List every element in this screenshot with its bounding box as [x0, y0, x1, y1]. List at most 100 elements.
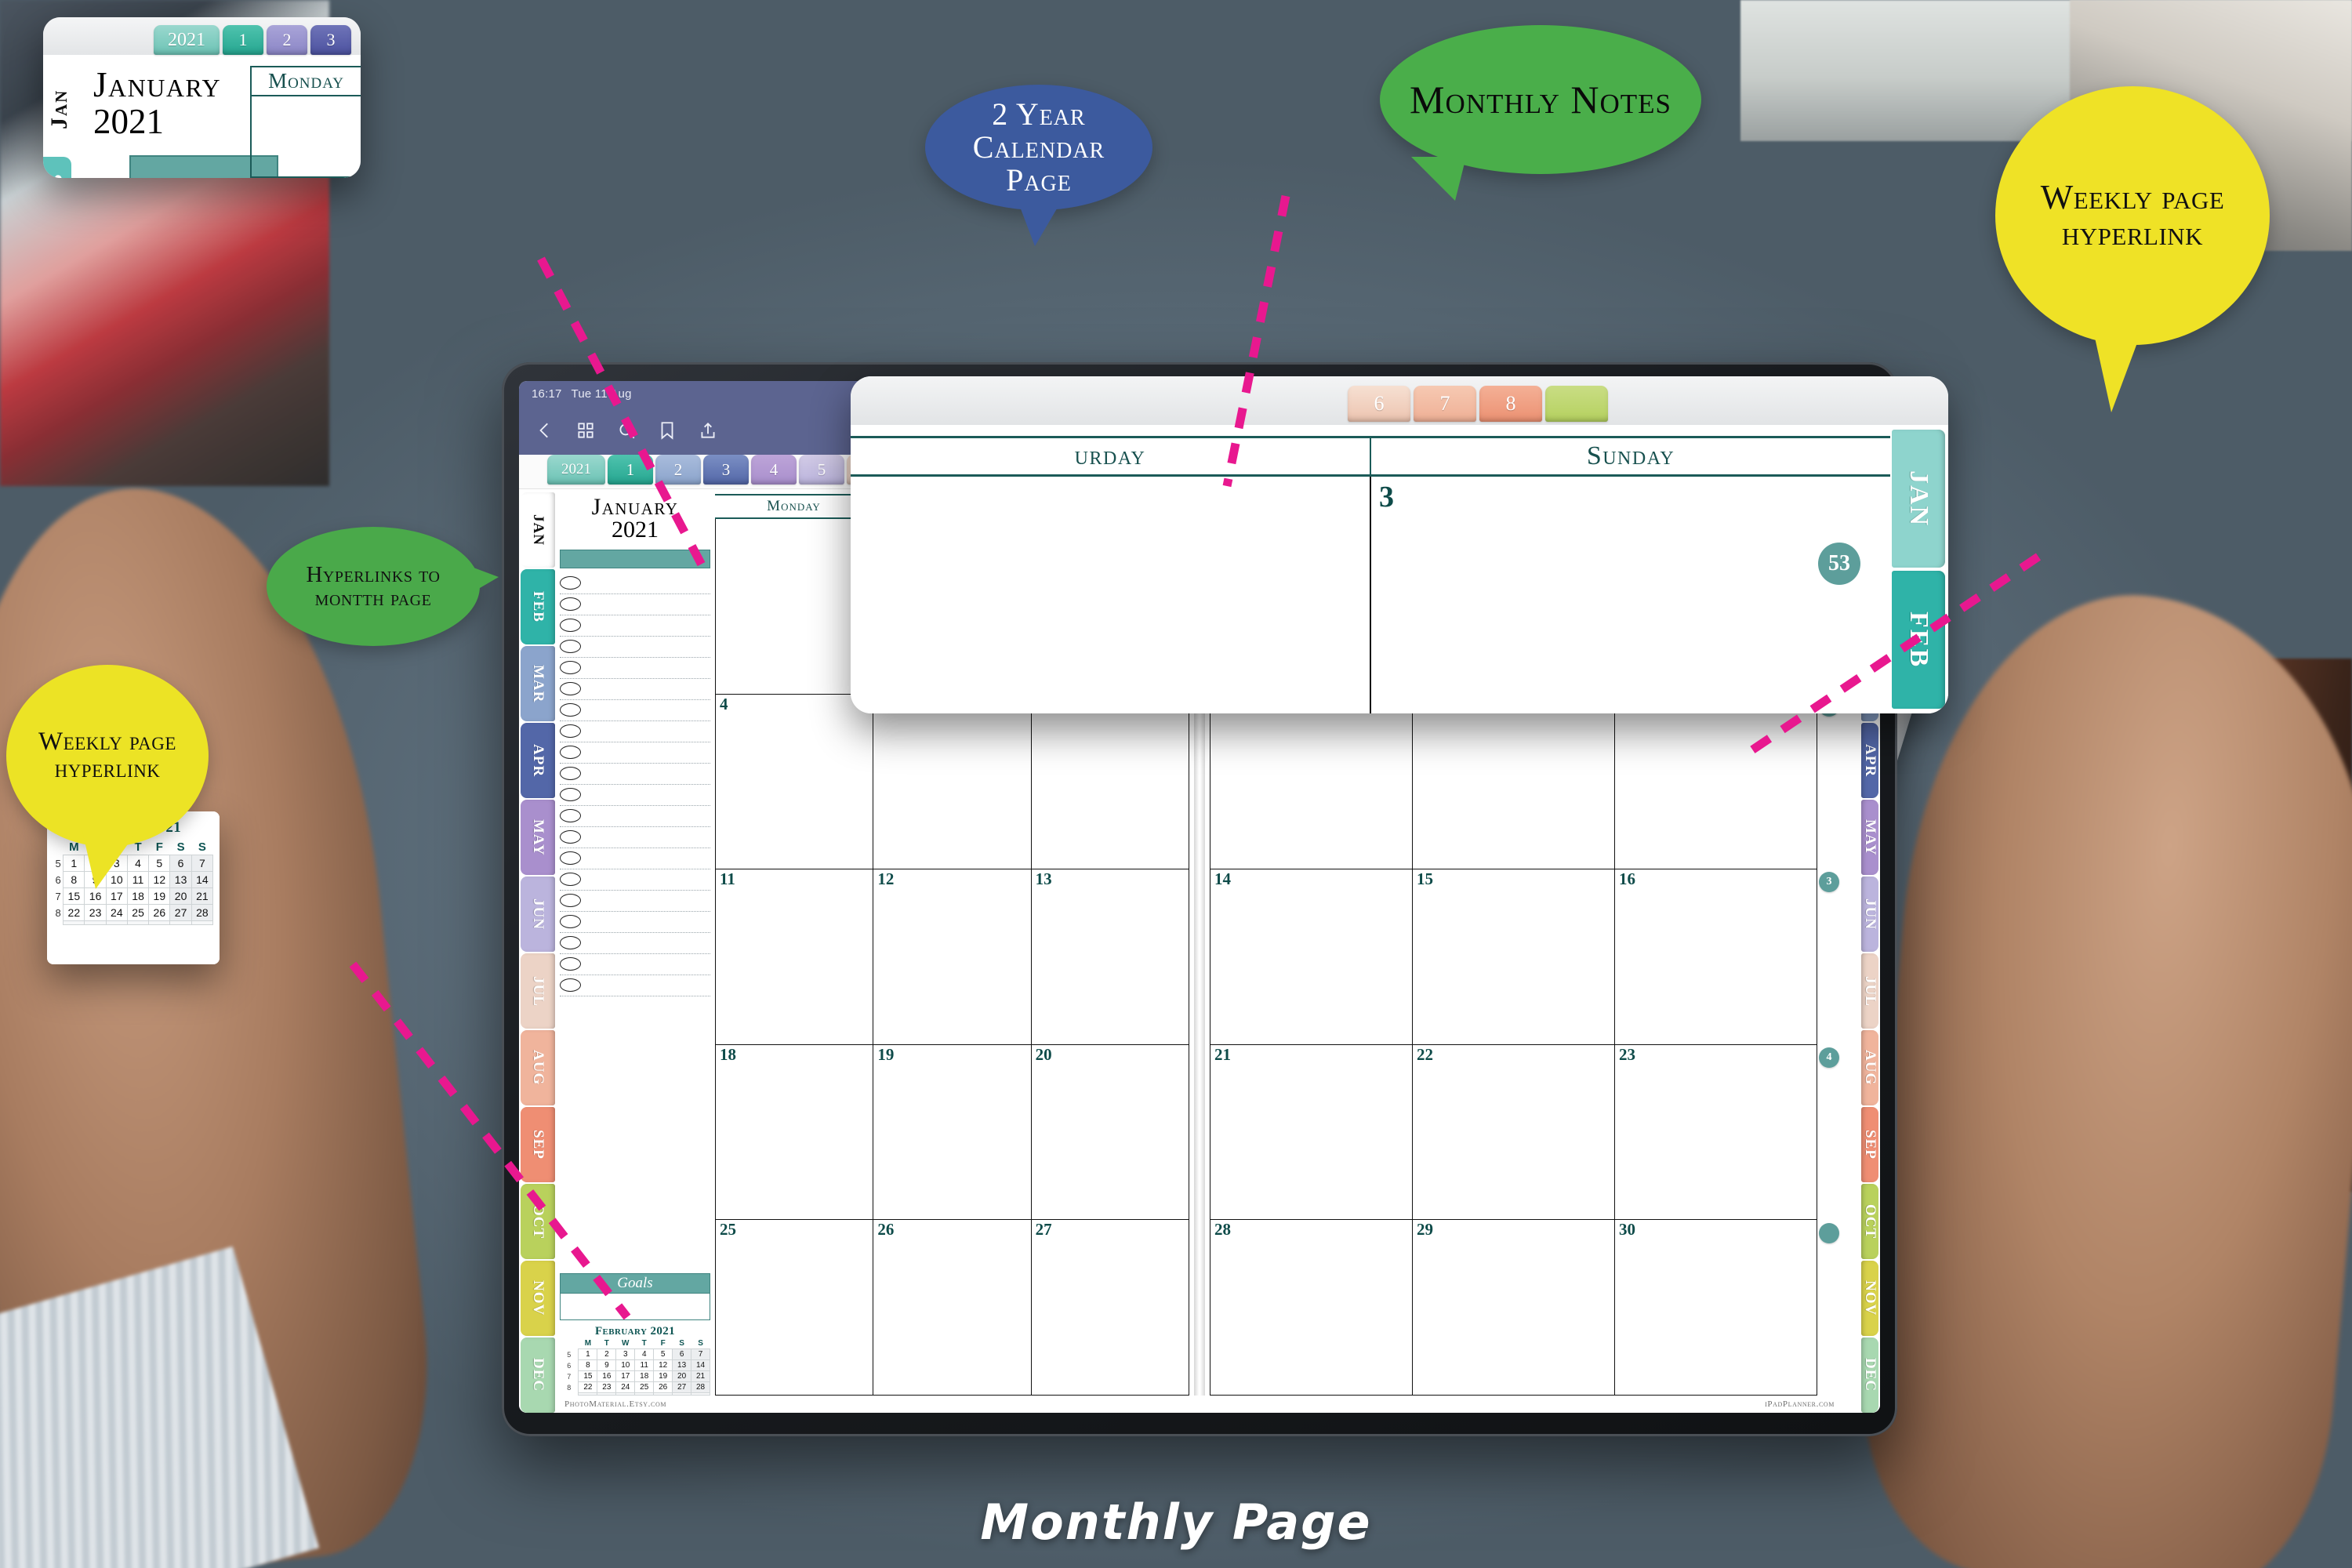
- card-feb-day[interactable]: 25: [126, 904, 150, 921]
- todo-row[interactable]: [560, 637, 710, 658]
- card-feb-day[interactable]: 13: [169, 871, 192, 888]
- calendar-cell[interactable]: 19: [873, 1044, 1032, 1220]
- grid-icon[interactable]: [574, 419, 597, 442]
- todo-row[interactable]: [560, 912, 710, 933]
- back-icon[interactable]: [533, 419, 557, 442]
- card-week-cell[interactable]: [851, 477, 1371, 713]
- calendar-cell[interactable]: 25: [715, 1220, 874, 1395]
- card-feb-day[interactable]: 7: [191, 855, 214, 872]
- calendar-cell[interactable]: [715, 519, 874, 694]
- overlay-card-january-page[interactable]: 2021 1 2 3 Jan B January 2021 Monday: [43, 17, 361, 178]
- mini-cal-week-number[interactable]: 8: [560, 1382, 579, 1393]
- calendar-cell[interactable]: 28: [1210, 1220, 1413, 1395]
- todo-row[interactable]: [560, 954, 710, 975]
- mini-cal-day[interactable]: 18: [634, 1370, 655, 1382]
- month-tab-right-apr[interactable]: APR: [1861, 723, 1878, 798]
- checkbox-oval[interactable]: [560, 682, 581, 696]
- todo-row[interactable]: [560, 721, 710, 742]
- checkbox-oval[interactable]: [560, 640, 581, 654]
- checkbox-oval[interactable]: [560, 788, 581, 802]
- todo-row[interactable]: [560, 700, 710, 721]
- card-feb-week-number[interactable]: 6: [53, 872, 64, 888]
- mini-cal-day[interactable]: 11: [634, 1359, 655, 1371]
- calendar-cell[interactable]: 20: [1032, 1044, 1189, 1220]
- calendar-cell[interactable]: 26: [873, 1220, 1032, 1395]
- card-feb-day[interactable]: 24: [105, 904, 128, 921]
- month-tab-jul[interactable]: JUL: [521, 953, 555, 1029]
- mini-cal-day[interactable]: 25: [634, 1381, 655, 1393]
- card-jan-tab-strip[interactable]: 2021 1 2 3: [43, 17, 361, 55]
- month-tab-mar[interactable]: MAR: [521, 646, 555, 721]
- card-week-tab-6[interactable]: 6: [1348, 386, 1410, 422]
- mini-cal-day[interactable]: 6: [672, 1348, 692, 1360]
- month-tab-right-aug[interactable]: AUG: [1861, 1030, 1878, 1105]
- month-tab-oct[interactable]: OCT: [521, 1184, 555, 1259]
- card-feb-day[interactable]: [148, 920, 171, 925]
- mini-cal-day[interactable]: 5: [653, 1348, 673, 1360]
- week-badge[interactable]: [1819, 1223, 1839, 1243]
- card-week-tab-jan[interactable]: JAN: [1892, 430, 1945, 568]
- checkbox-oval[interactable]: [560, 746, 581, 760]
- month-tab-right-oct[interactable]: OCT: [1861, 1184, 1878, 1259]
- calendar-cell[interactable]: 4: [715, 694, 874, 869]
- checkbox-oval[interactable]: [560, 767, 581, 781]
- checkbox-oval[interactable]: [560, 978, 581, 993]
- mini-cal-day[interactable]: [672, 1392, 692, 1396]
- month-tab-nov[interactable]: NOV: [521, 1261, 555, 1336]
- checkbox-oval[interactable]: [560, 703, 581, 717]
- card-feb-day[interactable]: 28: [191, 904, 214, 921]
- card-feb-day[interactable]: 21: [191, 887, 214, 905]
- mini-cal-week-number[interactable]: 6: [560, 1360, 579, 1371]
- card-feb-week-number[interactable]: [53, 921, 64, 925]
- card-feb-week-number[interactable]: 7: [53, 888, 64, 905]
- todo-row[interactable]: [560, 785, 710, 806]
- month-tab-apr[interactable]: APR: [521, 723, 555, 798]
- card-feb-day[interactable]: 16: [84, 887, 107, 905]
- card-feb-day[interactable]: 6: [169, 855, 192, 872]
- month-tab-jan[interactable]: JAN: [521, 492, 555, 568]
- todo-row[interactable]: [560, 615, 710, 637]
- calendar-cell[interactable]: 21: [1210, 1044, 1413, 1220]
- month-tabs-left[interactable]: JAN FEB MAR APR MAY JUN JUL AUG SEP OCT …: [519, 489, 555, 1413]
- card-feb-day[interactable]: [191, 920, 214, 925]
- checkbox-oval[interactable]: [560, 851, 581, 866]
- tab-month-3[interactable]: 3: [703, 455, 749, 485]
- todo-row[interactable]: [560, 891, 710, 912]
- todo-row[interactable]: [560, 742, 710, 764]
- week-badge[interactable]: 3: [1819, 872, 1839, 892]
- calendar-cell[interactable]: 22: [1413, 1044, 1615, 1220]
- card-feb-day[interactable]: 14: [191, 871, 214, 888]
- tab-month-5[interactable]: 5: [799, 455, 844, 485]
- card-feb-day[interactable]: [63, 920, 85, 925]
- mini-cal-day[interactable]: [578, 1392, 598, 1396]
- mini-cal-day[interactable]: [691, 1392, 710, 1396]
- card-feb-day[interactable]: 5: [148, 855, 171, 872]
- card-week-tab-7[interactable]: 7: [1414, 386, 1476, 422]
- month-tab-right-jun[interactable]: JUN: [1861, 877, 1878, 952]
- card-feb-day[interactable]: 20: [169, 887, 192, 905]
- todo-row[interactable]: [560, 869, 710, 891]
- todo-row[interactable]: [560, 975, 710, 996]
- card-week-badge-53[interactable]: 53: [1818, 543, 1860, 585]
- calendar-cell[interactable]: 30: [1615, 1220, 1817, 1395]
- month-tab-jun[interactable]: JUN: [521, 877, 555, 952]
- todo-row[interactable]: [560, 573, 710, 594]
- checkbox-oval[interactable]: [560, 724, 581, 739]
- mini-cal-week-number[interactable]: [560, 1393, 579, 1396]
- card-feb-day[interactable]: 22: [63, 904, 85, 921]
- mini-cal-day[interactable]: 3: [615, 1348, 636, 1360]
- search-icon[interactable]: [615, 419, 638, 442]
- calendar-cell[interactable]: 27: [1032, 1220, 1189, 1395]
- card-feb-day[interactable]: 17: [105, 887, 128, 905]
- card-feb-day[interactable]: 18: [126, 887, 150, 905]
- mini-cal-day[interactable]: 4: [634, 1348, 655, 1360]
- tab-month-2[interactable]: 2: [655, 455, 701, 485]
- card-feb-day[interactable]: [84, 920, 107, 925]
- month-tab-dec[interactable]: DEC: [521, 1338, 555, 1413]
- todo-list[interactable]: [560, 573, 710, 1270]
- overlay-card-weekend[interactable]: 6 7 8 urday Sunday 3 53 JAN FEB: [851, 376, 1948, 713]
- todo-row[interactable]: [560, 806, 710, 827]
- todo-row[interactable]: [560, 658, 710, 679]
- calendar-cell[interactable]: 12: [873, 869, 1032, 1044]
- month-tab-right-may[interactable]: MAY: [1861, 800, 1878, 875]
